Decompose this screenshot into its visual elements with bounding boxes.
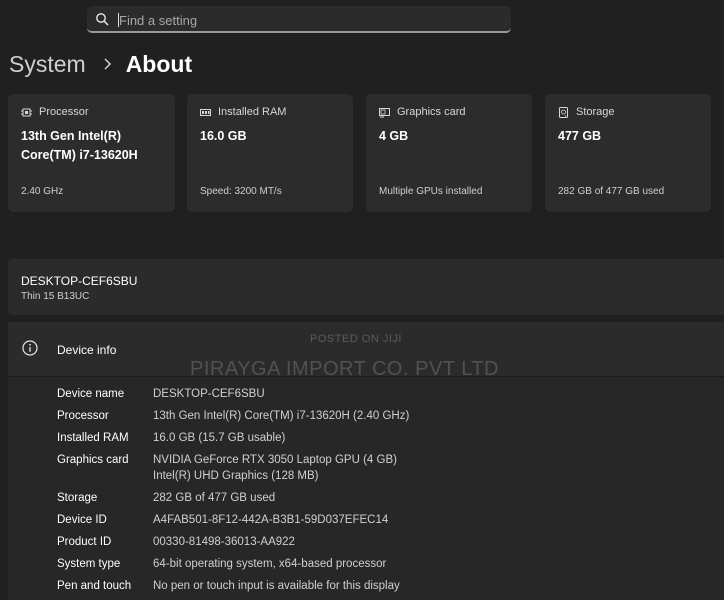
processor-card[interactable]: Processor 13th Gen Intel(R) Core(TM) i7-… <box>8 94 175 212</box>
spec-label: Installed RAM <box>57 432 129 444</box>
device-name-section[interactable]: DESKTOP-CEF6SBU Thin 15 B13UC <box>8 259 724 315</box>
spec-label: Device name <box>57 388 125 400</box>
ram-icon <box>200 108 211 116</box>
processor-icon <box>21 108 32 116</box>
graphics-card-icon <box>379 107 390 117</box>
spec-label: Device ID <box>57 514 107 526</box>
ram-card[interactable]: Installed RAM 16.0 GB Speed: 3200 MT/s <box>187 94 353 212</box>
spec-value: No pen or touch input is available for t… <box>153 580 400 592</box>
spec-row: Product ID 00330-81498-36013-AA922 <box>57 534 409 550</box>
spec-label: Storage <box>57 492 98 504</box>
ram-card-header: Installed RAM <box>200 106 286 118</box>
spec-value-line: NVIDIA GeForce RTX 3050 Laptop GPU (4 GB… <box>153 454 397 466</box>
spec-value: 282 GB of 477 GB used <box>153 492 276 504</box>
spec-row: Graphics card NVIDIA GeForce RTX 3050 La… <box>57 452 409 484</box>
page-title: About <box>125 50 193 77</box>
spec-value: NVIDIA GeForce RTX 3050 Laptop GPU (4 GB… <box>153 452 397 484</box>
graphics-card-card[interactable]: Graphics card 4 GB Multiple GPUs install… <box>366 94 532 212</box>
spec-value: A4FAB501-8F12-442A-B3B1-59D037EFEC14 <box>153 514 389 526</box>
ram-card-sub: Speed: 3200 MT/s <box>200 186 282 197</box>
spec-label: System type <box>57 558 121 570</box>
device-name: DESKTOP-CEF6SBU <box>21 274 138 288</box>
search-box[interactable] <box>87 6 511 33</box>
spec-row: Device name DESKTOP-CEF6SBU <box>57 386 409 402</box>
spec-row: Storage 282 GB of 477 GB used <box>57 490 409 506</box>
spec-value: 13th Gen Intel(R) Core(TM) i7-13620H (2.… <box>153 410 410 422</box>
storage-icon <box>559 106 568 118</box>
spec-row: Device ID A4FAB501-8F12-442A-B3B1-59D037… <box>57 512 409 528</box>
processor-card-value: 13th Gen Intel(R) Core(TM) i7-13620H <box>21 129 138 162</box>
device-model: Thin 15 B13UC <box>21 291 90 302</box>
storage-card-title: Storage <box>576 106 615 118</box>
graphics-card-value: 4 GB <box>379 129 409 143</box>
spec-value: 16.0 GB (15.7 GB usable) <box>153 432 286 444</box>
spec-row: Installed RAM 16.0 GB (15.7 GB usable) <box>57 430 409 446</box>
spec-label: Product ID <box>57 536 112 548</box>
ram-card-value: 16.0 GB <box>200 129 247 143</box>
spec-row: Processor 13th Gen Intel(R) Core(TM) i7-… <box>57 408 409 424</box>
info-icon <box>22 340 38 356</box>
settings-about-page: System About Processor 13th Gen Intel(R)… <box>0 0 724 600</box>
breadcrumb-system-link[interactable]: System <box>9 51 86 78</box>
ram-card-title: Installed RAM <box>218 106 287 118</box>
breadcrumb: System About <box>9 48 192 80</box>
graphics-card-header: Graphics card <box>379 106 465 118</box>
chevron-right-icon <box>104 58 111 70</box>
spec-row: Pen and touch No pen or touch input is a… <box>57 578 409 594</box>
storage-card-header: Storage <box>558 106 615 118</box>
processor-card-title: Processor <box>39 106 89 118</box>
graphics-card-title: Graphics card <box>397 106 466 118</box>
spec-row: System type 64-bit operating system, x64… <box>57 556 409 572</box>
spec-value: 00330-81498-36013-AA922 <box>153 536 295 548</box>
spec-label: Pen and touch <box>57 580 132 592</box>
spec-label: Processor <box>57 410 109 422</box>
device-specs-list: Device name DESKTOP-CEF6SBU Processor 13… <box>57 386 409 594</box>
watermark-line-1: POSTED ON JIJI <box>310 333 402 345</box>
spec-label: Graphics card <box>57 454 129 466</box>
graphics-card-sub: Multiple GPUs installed <box>379 186 483 197</box>
storage-card[interactable]: Storage 477 GB 282 GB of 477 GB used <box>545 94 711 212</box>
storage-card-sub: 282 GB of 477 GB used <box>558 186 665 197</box>
watermark-line-2: PIRAYGA IMPORT CO. PVT LTD <box>190 358 499 380</box>
spec-value-line: Intel(R) UHD Graphics (128 MB) <box>153 470 319 482</box>
search-icon <box>96 13 109 26</box>
spec-value: DESKTOP-CEF6SBU <box>153 388 265 400</box>
processor-card-header: Processor <box>21 106 89 118</box>
storage-card-value: 477 GB <box>558 129 602 143</box>
text-cursor <box>118 13 119 27</box>
device-info-title: Device info <box>57 343 117 357</box>
spec-value: 64-bit operating system, x64-based proce… <box>153 558 387 570</box>
processor-card-sub: 2.40 GHz <box>21 186 64 197</box>
search-input[interactable] <box>117 9 501 31</box>
